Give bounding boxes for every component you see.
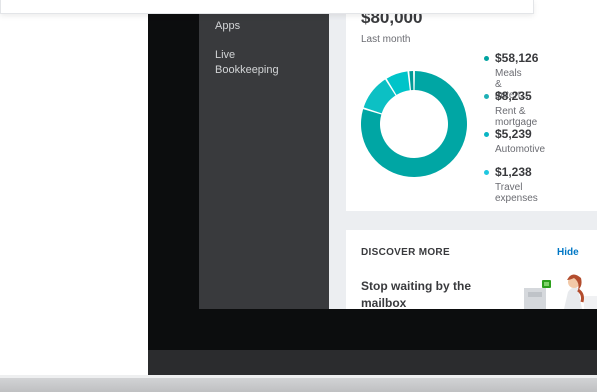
expenses-donut-chart[interactable]: [359, 69, 469, 179]
legend-value: $8,235: [495, 89, 532, 103]
legend-dot: [484, 170, 489, 175]
legend-label: Travel expenses: [495, 182, 538, 204]
laptop-base-edge: [0, 375, 597, 378]
discover-message[interactable]: Stop waiting by the mailbox: [361, 278, 491, 309]
sidebar: [199, 0, 329, 309]
laptop-bezel-bottom: [148, 350, 597, 378]
legend-dot: [484, 94, 489, 99]
legend-value: $1,238: [495, 165, 532, 179]
legend-label: Rent & mortgage: [495, 106, 538, 128]
mailbox-illustration-icon: [524, 274, 597, 309]
legend-value: $5,239: [495, 127, 532, 141]
donut-slice-3[interactable]: [409, 71, 414, 91]
legend-dot: [484, 56, 489, 61]
sidebar-item-label: Live: [215, 49, 236, 61]
legend-value: $58,126: [495, 51, 539, 65]
sidebar-item-apps[interactable]: Apps: [215, 19, 240, 34]
hide-link[interactable]: Hide: [557, 247, 579, 258]
legend-dot: [484, 132, 489, 137]
expenses-period: Last month: [361, 34, 411, 45]
legend-label: Automotive: [495, 144, 546, 155]
discover-title: DISCOVER MORE: [361, 247, 450, 258]
top-card: [0, 0, 534, 14]
sidebar-item-live-bookkeeping[interactable]: Live Bookkeeping: [215, 48, 279, 78]
sidebar-item-label: Bookkeeping: [215, 64, 279, 76]
